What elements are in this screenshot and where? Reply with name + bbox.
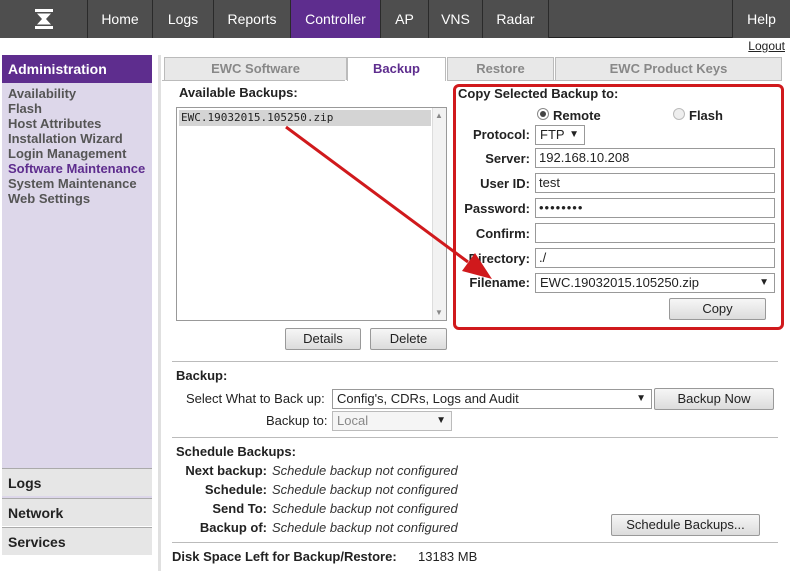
confirm-field[interactable] bbox=[535, 223, 775, 243]
sidebar-section-network[interactable]: Network bbox=[2, 498, 152, 526]
schedule-label: Schedule: bbox=[204, 482, 267, 497]
sidebar: Administration Availability Flash Host A… bbox=[2, 55, 152, 571]
protocol-label: Protocol: bbox=[472, 127, 530, 142]
sidebar-item-availability[interactable]: Availability bbox=[8, 86, 152, 101]
send-to-value: Schedule backup not configured bbox=[272, 501, 458, 516]
sidebar-menu: Availability Flash Host Attributes Insta… bbox=[2, 83, 152, 519]
filename-label: Filename: bbox=[469, 275, 530, 290]
sidebar-divider bbox=[158, 55, 161, 571]
nav-tab-home[interactable]: Home bbox=[88, 0, 153, 38]
protocol-select[interactable]: FTP ▼ bbox=[535, 125, 585, 145]
filename-select[interactable]: EWC.19032015.105250.zip ▼ bbox=[535, 273, 775, 293]
scroll-up-icon[interactable]: ▲ bbox=[435, 111, 443, 120]
userid-label: User ID: bbox=[480, 176, 530, 191]
nav-tab-logs[interactable]: Logs bbox=[153, 0, 214, 38]
confirm-label: Confirm: bbox=[475, 226, 530, 241]
protocol-value: FTP bbox=[540, 127, 565, 142]
nav-tab-controller[interactable]: Controller bbox=[291, 0, 381, 38]
disk-space-value: 13183 MB bbox=[418, 549, 478, 564]
server-label: Server: bbox=[485, 151, 530, 166]
backup-to-label: Backup to: bbox=[266, 413, 328, 428]
sidebar-section-services[interactable]: Services bbox=[2, 527, 152, 555]
password-label: Password: bbox=[464, 201, 530, 216]
chevron-down-icon: ▼ bbox=[636, 393, 646, 404]
chevron-down-icon: ▼ bbox=[436, 415, 446, 426]
tab-restore[interactable]: Restore bbox=[447, 57, 554, 80]
list-item[interactable]: EWC.19032015.105250.zip bbox=[179, 110, 431, 126]
copy-selected-title: Copy Selected Backup to: bbox=[458, 86, 619, 101]
sidebar-item-web-settings[interactable]: Web Settings bbox=[8, 191, 152, 206]
schedule-backups-button[interactable]: Schedule Backups... bbox=[611, 514, 760, 536]
available-backups-title: Available Backups: bbox=[179, 85, 298, 100]
what-to-backup-select[interactable]: Config's, CDRs, Logs and Audit ▼ bbox=[332, 389, 652, 409]
delete-button[interactable]: Delete bbox=[370, 328, 447, 350]
tab-underline-right bbox=[447, 80, 782, 81]
tab-backup[interactable]: Backup bbox=[347, 57, 446, 81]
next-backup-label: Next backup: bbox=[185, 463, 267, 478]
nav-tab-ap[interactable]: AP bbox=[381, 0, 429, 38]
logout-link[interactable]: Logout bbox=[748, 39, 785, 53]
next-backup-value: Schedule backup not configured bbox=[272, 463, 458, 478]
nav-tab-help[interactable]: Help bbox=[732, 0, 790, 38]
disk-space-label: Disk Space Left for Backup/Restore: bbox=[172, 549, 397, 564]
chevron-down-icon: ▼ bbox=[759, 277, 769, 288]
details-button[interactable]: Details bbox=[285, 328, 361, 350]
what-to-backup-value: Config's, CDRs, Logs and Audit bbox=[337, 391, 519, 406]
tab-ewc-software[interactable]: EWC Software bbox=[164, 57, 347, 80]
sidebar-item-login-management[interactable]: Login Management bbox=[8, 146, 152, 161]
sidebar-item-flash[interactable]: Flash bbox=[8, 101, 152, 116]
sidebar-item-host-attributes[interactable]: Host Attributes bbox=[8, 116, 152, 131]
radio-flash[interactable] bbox=[673, 108, 685, 120]
sidebar-section-logs[interactable]: Logs bbox=[2, 468, 152, 496]
schedule-backups-title: Schedule Backups: bbox=[176, 444, 296, 459]
what-to-backup-label: Select What to Back up: bbox=[186, 391, 325, 406]
filename-value: EWC.19032015.105250.zip bbox=[540, 275, 700, 290]
nav-tab-radar[interactable]: Radar bbox=[483, 0, 549, 38]
tab-ewc-product-keys[interactable]: EWC Product Keys bbox=[555, 57, 782, 80]
radio-remote[interactable] bbox=[537, 108, 549, 120]
copy-button[interactable]: Copy bbox=[669, 298, 766, 320]
backup-now-button[interactable]: Backup Now bbox=[654, 388, 774, 410]
backup-to-value: Local bbox=[337, 413, 369, 428]
sidebar-item-installation-wizard[interactable]: Installation Wizard bbox=[8, 131, 152, 146]
section-divider bbox=[172, 437, 778, 438]
directory-field[interactable]: ./ bbox=[535, 248, 775, 268]
directory-label: Directory: bbox=[468, 251, 530, 266]
chevron-down-icon: ▼ bbox=[569, 129, 579, 140]
sidebar-item-system-maintenance[interactable]: System Maintenance bbox=[8, 176, 152, 191]
section-divider bbox=[172, 542, 778, 543]
server-field[interactable]: 192.168.10.208 bbox=[535, 148, 775, 168]
backup-of-value: Schedule backup not configured bbox=[272, 520, 458, 535]
tab-underline bbox=[162, 80, 345, 81]
available-backups-list[interactable]: EWC.19032015.105250.zip ▲ ▼ bbox=[176, 107, 447, 321]
schedule-value: Schedule backup not configured bbox=[272, 482, 458, 497]
nav-tab-vns[interactable]: VNS bbox=[429, 0, 483, 38]
userid-field[interactable]: test bbox=[535, 173, 775, 193]
nav-tab-reports[interactable]: Reports bbox=[214, 0, 291, 38]
send-to-label: Send To: bbox=[212, 501, 267, 516]
radio-flash-label: Flash bbox=[689, 108, 723, 123]
backup-of-label: Backup of: bbox=[199, 520, 267, 535]
top-nav-bar: Home Logs Reports Controller AP VNS Rada… bbox=[0, 0, 790, 38]
backup-to-select[interactable]: Local ▼ bbox=[332, 411, 452, 431]
password-field[interactable]: •••••••• bbox=[535, 198, 775, 218]
backup-title: Backup: bbox=[176, 368, 228, 383]
section-divider bbox=[172, 361, 778, 362]
sidebar-header-administration[interactable]: Administration bbox=[2, 55, 152, 83]
sidebar-item-software-maintenance[interactable]: Software Maintenance bbox=[8, 161, 152, 176]
radio-remote-label: Remote bbox=[553, 108, 601, 123]
scroll-down-icon[interactable]: ▼ bbox=[435, 308, 443, 317]
extreme-logo-icon[interactable] bbox=[0, 0, 88, 38]
